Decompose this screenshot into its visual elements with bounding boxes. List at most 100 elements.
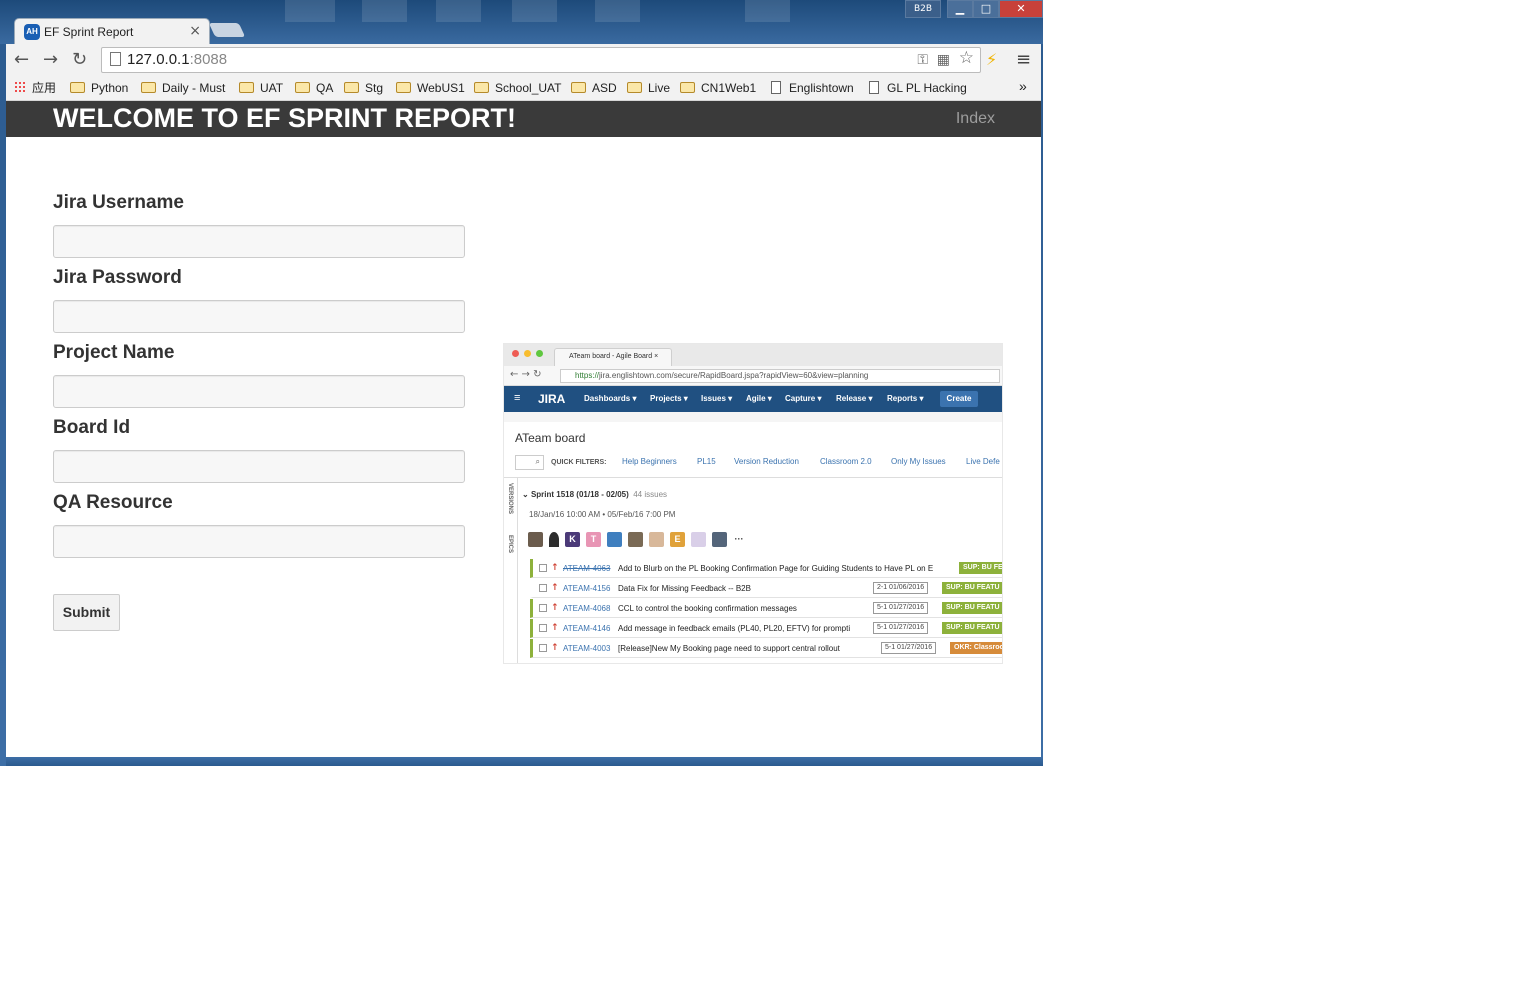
back-arrow-icon[interactable]: ← [14,50,29,70]
jira-issue-row: ↑ ATEAM-4146 Add message in feedback ema… [530,619,1002,638]
jira-password-label: Jira Password [53,267,182,288]
folder-icon [239,82,254,93]
jira-browser-chrome: ATeam board - Agile Board × [504,344,1002,366]
browser-toolbar: ← → ↻ 127.0.0.1:8088 ⚿ ▦ ☆ ⚡ ≡ [6,44,1041,76]
jira-filter: Version Reduction [734,457,799,466]
jira-issue-row: ↑ ATEAM-4003 [Release]New My Booking pag… [530,639,1002,658]
jira-sprint-dates: 18/Jan/16 10:00 AM • 05/Feb/16 7:00 PM [529,510,676,519]
browser-window: AH EF Sprint Report × B2B ▁ □ ✕ ← → ↻ 12… [0,0,1043,766]
page-icon [771,81,781,94]
folder-icon [344,82,359,93]
minimize-button[interactable]: ▁ [947,0,973,18]
reload-icon[interactable]: ↻ [72,50,87,70]
jira-issue-row: ↑ ATEAM-4156 Data Fix for Missing Feedba… [530,579,1002,598]
desktop-icon [285,0,335,22]
bookmark-folder[interactable]: Daily - Must [141,80,225,96]
extension-lightning-icon[interactable]: ⚡ [986,50,997,70]
jira-issue-row: ↑ ATEAM-4068 CCL to control the booking … [530,599,1002,618]
bookmark-page[interactable]: GL PL Hacking [869,80,967,96]
jira-subheader [504,412,1002,422]
jira-create-button: Create [940,391,978,407]
bookmark-folder[interactable]: QA [295,80,333,96]
jira-filter: Live Defe [966,457,1000,466]
close-window-button[interactable]: ✕ [999,0,1043,18]
page-icon [110,52,121,66]
bookmark-folder[interactable]: CN1Web1 [680,80,756,96]
bookmark-folder[interactable]: ASD [571,80,617,96]
maximize-button[interactable]: □ [973,0,999,18]
folder-icon [474,82,489,93]
story-icon [539,604,547,612]
jira-password-input[interactable] [53,300,465,333]
folder-icon [571,82,586,93]
tab-ef-sprint-report[interactable]: AH EF Sprint Report × [14,18,210,44]
key-icon[interactable]: ⚿ [917,51,928,69]
jira-username-input[interactable] [53,225,465,258]
window-controls: B2B ▁ □ ✕ [905,0,1043,18]
jira-nav-item: Release ▾ [836,394,873,403]
jira-filter: Help Beginners [622,457,677,466]
desktop-icon [436,0,481,22]
jira-nav-arrows-icon: ← → ↻ [510,369,542,380]
bookmark-folder[interactable]: School_UAT [474,80,561,96]
submit-button[interactable]: Submit [53,594,120,631]
story-icon [539,644,547,652]
bookmark-star-icon[interactable]: ☆ [959,49,974,67]
bookmark-folder[interactable]: UAT [239,80,283,96]
nav-index-link[interactable]: Index [956,109,995,129]
jira-nav-item: Issues ▾ [701,394,733,403]
jira-filter: PL15 [697,457,716,466]
new-tab-button[interactable] [208,23,246,37]
jira-quick-filters-label: QUICK FILTERS: [551,459,607,466]
avatar [528,531,543,547]
jira-sprint-title: ⌄ Sprint 1518 (01/18 - 02/05) 44 issues [522,490,668,499]
folder-icon [70,82,85,93]
bookmark-page[interactable]: Englishtown [771,80,854,96]
jira-address-bar: ← → ↻ https://jira.englishtown.com/secur… [504,366,1002,386]
bookmarks-overflow-icon[interactable]: » [1019,78,1027,94]
bookmark-folder[interactable]: Python [70,80,128,96]
project-name-input[interactable] [53,375,465,408]
avatar [712,531,727,547]
translate-icon[interactable]: ▦ [937,51,950,69]
priority-up-icon: ↑ [551,643,559,653]
folder-icon [680,82,695,93]
jira-url: https://jira.englishtown.com/secure/Rapi… [560,369,1000,383]
desktop-icon [745,0,790,22]
bookmark-folder[interactable]: WebUS1 [396,80,465,96]
bookmark-folder[interactable]: Live [627,80,670,96]
qa-resource-input[interactable] [53,525,465,558]
jira-search-icon: ⌕ [515,455,544,470]
desktop-icon [595,0,640,22]
avatar: K [565,531,580,547]
page-content: WELCOME TO EF SPRINT REPORT! Index Jira … [6,101,1041,757]
address-bar[interactable]: 127.0.0.1:8088 ⚿ ▦ ☆ [101,47,981,73]
close-tab-icon[interactable]: × [189,23,201,39]
window-bottom-frame [6,757,1043,766]
page-title[interactable]: WELCOME TO EF SPRINT REPORT! [53,102,516,134]
board-id-input[interactable] [53,450,465,483]
page-icon [869,81,879,94]
bookmark-apps[interactable]: 应用 [14,80,56,96]
bookmark-folder[interactable]: Stg [344,80,383,96]
navbar: WELCOME TO EF SPRINT REPORT! Index [6,101,1041,137]
tray-badge[interactable]: B2B [905,0,941,18]
jira-nav-bar: ≡ JIRA Dashboards ▾ Projects ▾ Issues ▾ … [504,386,1002,412]
avatar: E [670,531,685,547]
task-icon [539,584,547,592]
site-favicon-icon: AH [24,24,40,40]
priority-up-icon: ↑ [551,583,559,593]
apps-grid-icon [14,81,26,93]
jira-versions-tab: VERSIONS [507,483,513,515]
menu-icon[interactable]: ≡ [1016,50,1031,70]
jira-tab: ATeam board - Agile Board × [554,348,672,366]
jira-hamburger-icon: ≡ [514,392,521,404]
desktop-icon [362,0,407,22]
bookmarks-bar: 应用 Python Daily - Must UAT QA Stg WebUS1… [6,76,1041,101]
jira-board-screenshot-image: ATeam board - Agile Board × ← → ↻ https:… [503,343,1003,664]
priority-up-icon: ↑ [551,623,559,633]
folder-icon [141,82,156,93]
story-icon [539,624,547,632]
url-text[interactable]: 127.0.0.1:8088 [127,51,227,69]
forward-arrow-icon[interactable]: → [43,50,58,70]
